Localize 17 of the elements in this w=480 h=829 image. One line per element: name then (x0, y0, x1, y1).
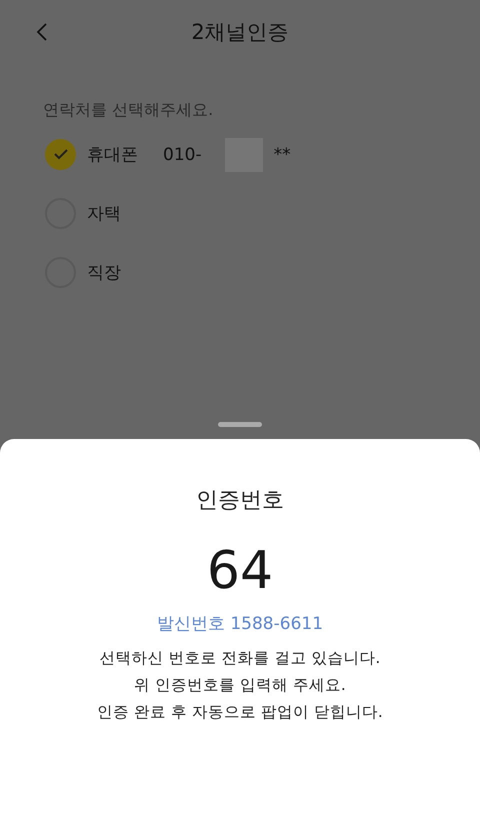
drag-handle[interactable] (218, 422, 262, 427)
sender-number: 발신번호 1588-6611 (156, 613, 324, 636)
back-icon (36, 22, 48, 42)
radio-button[interactable] (45, 139, 76, 170)
sheet-title: 인증번호 (196, 487, 284, 515)
option-label: 휴대폰 (87, 144, 138, 166)
prompt-text: 연락처를 선택해주세요. (43, 100, 214, 121)
check-icon (54, 149, 68, 160)
message-text: 위 인증번호를 입력해 주세요. (133, 675, 347, 696)
message-text: 선택하신 번호로 전화를 걸고 있습니다. (98, 648, 382, 670)
phone-number: 010- (163, 144, 202, 164)
option-label: 직장 (87, 262, 121, 284)
message-text: 인증 완료 후 자동으로 팝업이 닫힙니다. (97, 702, 383, 724)
page-title: 2채널인증 (190, 19, 290, 46)
masked-digits: ** (274, 144, 291, 164)
verification-code: 64 (206, 543, 274, 600)
option-label: 자택 (87, 203, 121, 225)
